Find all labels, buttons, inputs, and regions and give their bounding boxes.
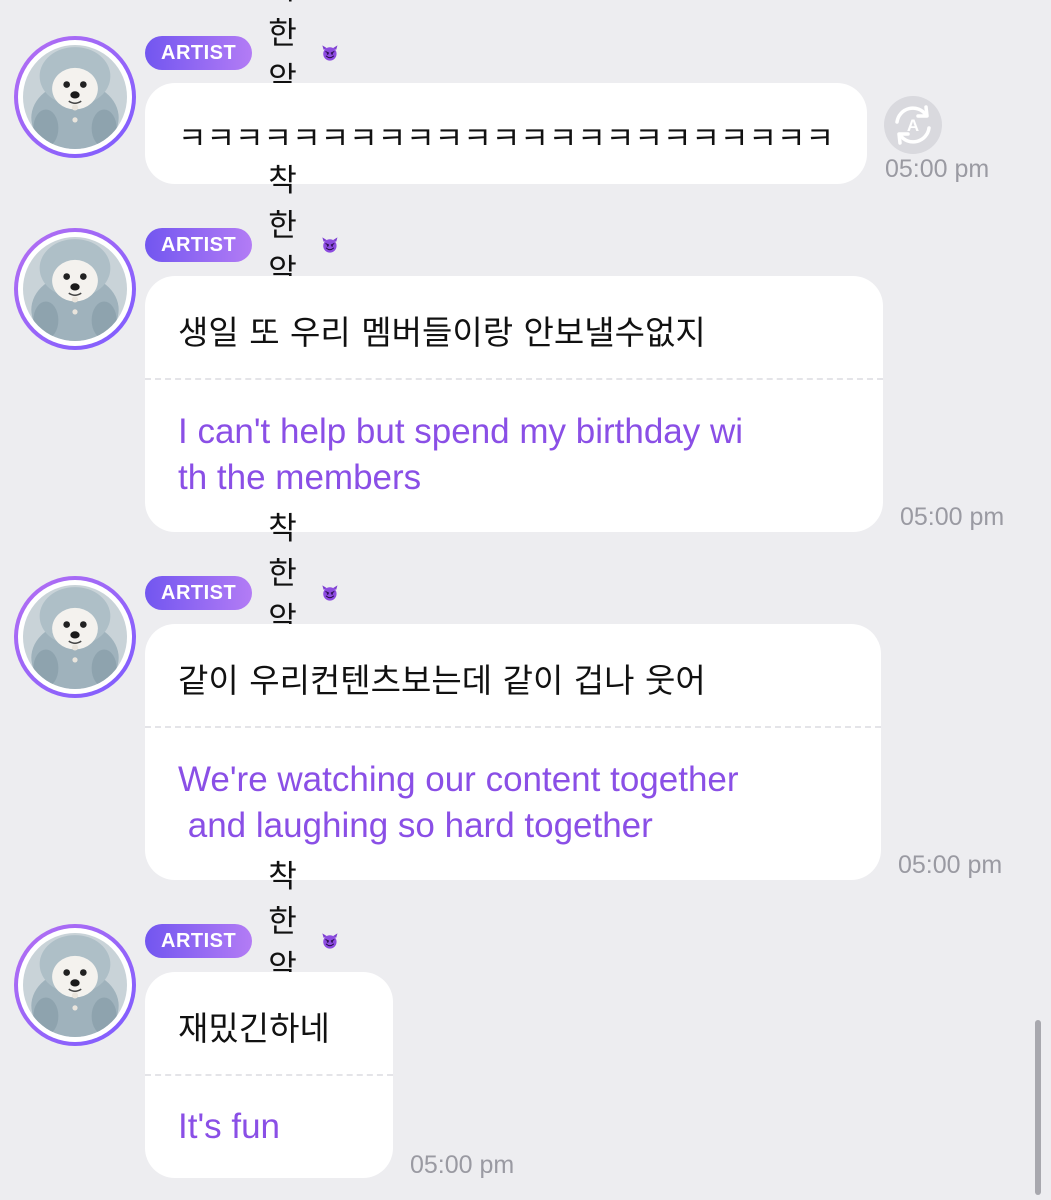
artist-badge: ARTIST [145, 924, 253, 958]
smiling-devil-icon [321, 226, 339, 264]
message-header: ARTIST 착한악마 [145, 163, 339, 334]
dog-avatar-icon [23, 45, 127, 149]
dog-avatar-icon [23, 933, 127, 1037]
chat-thread: ARTIST 착한악마 ㅋㅋㅋㅋㅋㅋㅋㅋㅋㅋㅋㅋㅋㅋㅋㅋㅋㅋㅋㅋㅋㅋㅋ A 05… [0, 0, 1051, 1200]
translated-text: We're watching our content together and … [178, 760, 739, 845]
dog-avatar-icon [23, 585, 127, 689]
dog-avatar-icon [23, 237, 127, 341]
message-text: 같이 우리컨텐츠보는데 같이 겁나 웃어 [178, 661, 706, 700]
message-bubble[interactable]: ㅋㅋㅋㅋㅋㅋㅋㅋㅋㅋㅋㅋㅋㅋㅋㅋㅋㅋㅋㅋㅋㅋㅋ [145, 83, 867, 184]
message-bubble[interactable]: 같이 우리컨텐츠보는데 같이 겁나 웃어 We're watching our … [145, 624, 881, 880]
message-timestamp: 05:00 pm [898, 851, 1003, 879]
message-header: ARTIST 착한악마 [145, 0, 339, 142]
avatar[interactable] [14, 576, 136, 698]
translation-divider [145, 378, 883, 380]
smiling-devil-icon [321, 922, 339, 960]
artist-badge: ARTIST [145, 36, 253, 70]
avatar[interactable] [14, 228, 136, 350]
translate-refresh-icon[interactable]: A [883, 95, 943, 155]
scrollbar[interactable] [1035, 1020, 1041, 1195]
message-text: ㅋㅋㅋㅋㅋㅋㅋㅋㅋㅋㅋㅋㅋㅋㅋㅋㅋㅋㅋㅋㅋㅋㅋ [178, 121, 834, 157]
translation-divider [145, 1074, 393, 1076]
smiling-devil-icon [321, 574, 339, 612]
message-bubble[interactable]: 생일 또 우리 멤버들이랑 안보낼수없지 I can't help but sp… [145, 276, 883, 532]
message-timestamp: 05:00 pm [410, 1151, 515, 1179]
message-text: 생일 또 우리 멤버들이랑 안보낼수없지 [178, 313, 706, 352]
translated-text: It's fun [178, 1107, 281, 1146]
translated-text: I can't help but spend my birthday wi th… [178, 412, 744, 497]
translation-divider [145, 726, 881, 728]
message-timestamp: 05:00 pm [900, 503, 1005, 531]
svg-text:A: A [907, 116, 919, 135]
message-header: ARTIST 착한악마 [145, 511, 339, 682]
message-text: 재밌긴하네 [178, 1009, 330, 1048]
message-header: ARTIST 착한악마 [145, 859, 339, 1030]
artist-badge: ARTIST [145, 576, 253, 610]
smiling-devil-icon [321, 34, 339, 72]
avatar[interactable] [14, 36, 136, 158]
avatar[interactable] [14, 924, 136, 1046]
message-bubble[interactable]: 재밌긴하네 It's fun [145, 972, 393, 1178]
message-timestamp: 05:00 pm [885, 155, 990, 183]
artist-badge: ARTIST [145, 228, 253, 262]
